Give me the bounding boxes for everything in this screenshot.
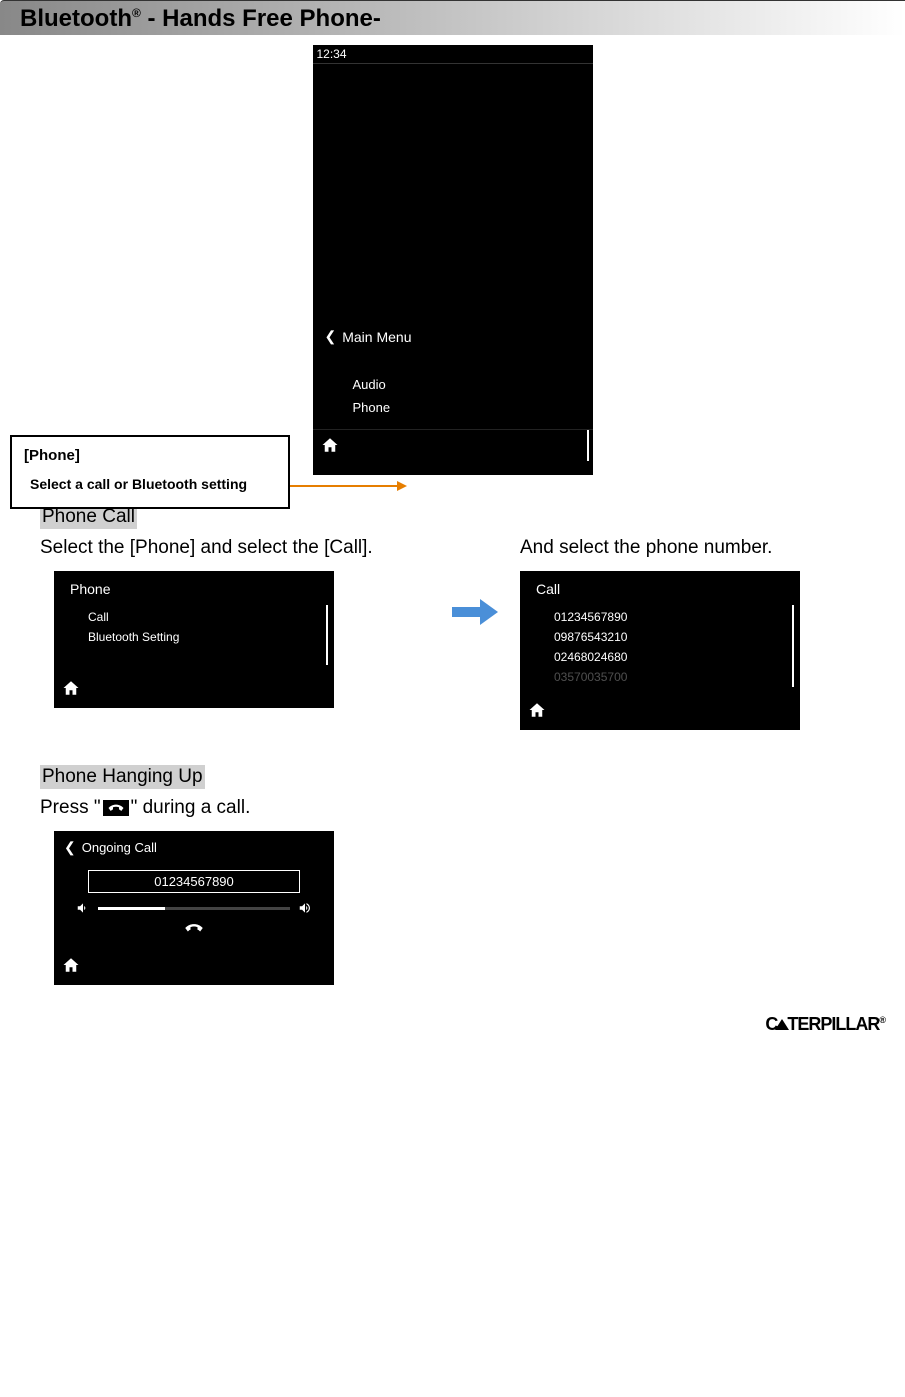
home-row (313, 429, 593, 465)
call-number-item[interactable]: 03570035700 (534, 667, 800, 687)
phone-screen-header: Phone (54, 571, 334, 603)
ongoing-header: ❮ Ongoing Call (54, 831, 334, 864)
phone-item-call[interactable]: Call (68, 607, 334, 627)
call-screen: Call 01234567890 09876543210 02468024680… (520, 571, 800, 730)
title-suffix: - Hands Free Phone- (141, 5, 381, 32)
home-icon[interactable] (321, 436, 339, 454)
connector-arrow-icon (290, 485, 405, 487)
home-icon[interactable] (528, 701, 546, 719)
hangup-instruction: Press " " during a call. (40, 797, 865, 819)
chevron-left-icon: ❮ (325, 328, 337, 345)
hangup-prefix: Press " (40, 797, 101, 819)
call-screen-header: Call (520, 571, 800, 603)
menu-header: ❮ Main Menu (313, 320, 593, 353)
status-bar-time: 12:34 (313, 45, 593, 64)
title-main: Bluetooth (20, 5, 132, 32)
registered-icon: ® (879, 1015, 885, 1025)
callout-text: Select a call or Bluetooth setting (24, 472, 276, 497)
ongoing-call-screen: ❮ Ongoing Call 01234567890 (54, 831, 334, 985)
volume-slider[interactable] (98, 907, 290, 910)
instruction-select-number: And select the phone number. (520, 537, 900, 559)
hangup-heading: Phone Hanging Up (40, 765, 205, 789)
main-menu-screenshot: 12:34 ❮ Main Menu Audio Phone (313, 45, 593, 475)
hangup-suffix: " during a call. (131, 797, 251, 819)
home-icon[interactable] (62, 956, 80, 974)
call-number-item[interactable]: 09876543210 (534, 627, 800, 647)
brand-rest: TERPILLAR (787, 1014, 879, 1034)
call-number-item[interactable]: 02468024680 (534, 647, 800, 667)
hangup-button-icon[interactable] (183, 921, 205, 935)
ongoing-header-label: Ongoing Call (82, 840, 157, 855)
callout-label: [Phone] (24, 447, 276, 464)
call-home-row (520, 695, 800, 730)
menu-items: Audio Phone (313, 353, 593, 429)
callout-box: [Phone] Select a call or Bluetooth setti… (10, 435, 290, 509)
ongoing-number: 01234567890 (88, 870, 300, 893)
volume-row (68, 899, 320, 917)
phone-item-bluetooth[interactable]: Bluetooth Setting (68, 627, 334, 647)
phone-home-row (54, 673, 334, 708)
menu-item-phone[interactable]: Phone (333, 396, 593, 419)
hangup-section: Phone Hanging Up Press " " during a call… (0, 765, 905, 985)
hangup-button-row (68, 917, 320, 944)
menu-header-label: Main Menu (342, 329, 411, 345)
page-title: Bluetooth® - Hands Free Phone- (20, 5, 381, 32)
instruction-select-phone: Select the [Phone] and select the [Call]… (40, 537, 430, 559)
phone-call-section: Phone Call Select the [Phone] and select… (0, 505, 905, 730)
title-bar: Bluetooth® - Hands Free Phone- (0, 0, 905, 35)
volume-down-icon[interactable] (76, 901, 90, 915)
brand-logo: CTERPILLAR® (765, 1014, 885, 1035)
menu-item-audio[interactable]: Audio (333, 373, 593, 396)
volume-up-icon[interactable] (298, 901, 312, 915)
call-number-item[interactable]: 01234567890 (534, 607, 800, 627)
hangup-icon (103, 800, 129, 816)
home-icon[interactable] (62, 679, 80, 697)
arrow-right-icon (450, 537, 500, 627)
registered-icon: ® (132, 6, 141, 20)
chevron-left-icon[interactable]: ❮ (64, 839, 76, 856)
ongoing-home-row (54, 950, 334, 985)
phone-screen: Phone Call Bluetooth Setting (54, 571, 334, 708)
